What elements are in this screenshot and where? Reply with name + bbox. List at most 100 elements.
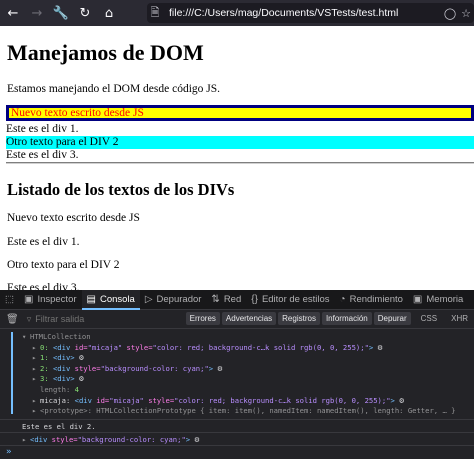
tag: <div <box>52 342 75 352</box>
chevron-right-icon[interactable]: ▸ <box>22 433 30 445</box>
console-row[interactable]: ▸ <prototype>: HTMLCollectionPrototype { … <box>0 406 474 417</box>
micaja-div: Nuevo texto escrito desde JS <box>6 105 474 121</box>
chevron-right-icon[interactable]: ▸ <box>32 396 40 407</box>
index: 3: <box>40 374 49 384</box>
target-icon[interactable]: ⚙ <box>79 353 84 362</box>
reload-icon[interactable]: ↻ <box>74 2 96 24</box>
value: "micaja" <box>109 395 144 405</box>
value: "background-color: cyan;" <box>77 434 186 444</box>
chevron-right-icon[interactable]: ▸ <box>32 374 40 385</box>
chevron-right-icon[interactable]: ▸ <box>32 343 40 354</box>
tab-label: Consola <box>99 294 135 305</box>
div-2: Otro texto para el DIV 2 <box>6 136 474 149</box>
tag: > <box>70 353 75 363</box>
filter-errors[interactable]: Errores <box>185 312 220 325</box>
console-row[interactable]: ▸ 3: <div> ⚙ <box>0 374 474 385</box>
url-text[interactable]: file:///C:/Users/mag/Documents/VSTests/t… <box>169 7 442 19</box>
console-row[interactable]: ▸ 1: <div> ⚙ <box>0 353 474 364</box>
list-heading: Listado de los textos de los DIVs <box>7 180 235 199</box>
tag: <div <box>30 434 52 444</box>
tab-label: Inspector <box>37 294 77 305</box>
performance-icon: ◔ <box>339 294 346 305</box>
intro-paragraph: Estamos manejando el DOM desde código JS… <box>7 83 221 95</box>
tab-label: Editor de estilos <box>261 294 330 305</box>
network-icon: ⇅ <box>211 294 220 305</box>
target-icon[interactable]: ⚙ <box>217 364 222 373</box>
tab-inspector[interactable]: ▣ Inspector <box>19 290 82 310</box>
tab-console[interactable]: ▤ Consola <box>81 289 140 310</box>
tab-style-editor[interactable]: {} Editor de estilos <box>246 290 334 310</box>
tag: <div <box>74 395 97 405</box>
forward-arrow-icon[interactable]: → <box>26 2 48 24</box>
div-3: Este es el div 3. <box>6 149 79 161</box>
chevron-down-icon[interactable]: ▾ <box>22 332 30 343</box>
collection-label: HTMLCollection <box>30 332 91 341</box>
log-message: Este es el div 2. <box>22 421 96 431</box>
tab-label: Red <box>223 294 242 305</box>
tab-memory[interactable]: ▣ Memoria <box>408 290 468 310</box>
index: 1: <box>40 353 49 363</box>
bookmark-star-icon[interactable]: ☆ <box>458 7 474 20</box>
tag: <div <box>52 363 75 373</box>
target-icon[interactable]: ⚙ <box>79 374 84 383</box>
console-row[interactable]: ▸ 0: <div id="micaja" style="color: red; … <box>0 343 474 354</box>
memory-icon: ▣ <box>412 294 423 305</box>
filter-logs[interactable]: Registros <box>278 312 320 325</box>
console-row[interactable]: ▾ HTMLCollection <box>0 332 474 343</box>
url-bar[interactable]: 🗎 file:///C:/Users/mag/Documents/VSTests… <box>147 3 474 23</box>
tag: <div <box>52 353 71 363</box>
trash-icon[interactable]: 🗑 <box>6 314 19 325</box>
index: 0: <box>40 342 49 352</box>
list-item: Este es el div 1. <box>7 236 80 248</box>
inspector-icon: ▣ <box>23 294 34 305</box>
tab-network[interactable]: ⇅ Red <box>206 290 246 310</box>
filter-warnings[interactable]: Advertencias <box>221 312 277 325</box>
tab-performance[interactable]: ◔ Rendimiento <box>335 290 408 310</box>
value: "micaja" <box>87 342 123 352</box>
target-icon[interactable]: ⚙ <box>378 343 383 352</box>
devtools-tabs: ⬚ ▣ Inspector ▤ Consola ▷ Depurador ⇅ Red {}… <box>0 289 474 310</box>
back-arrow-icon[interactable]: ← <box>2 2 24 24</box>
tag: > <box>70 374 75 384</box>
console-row[interactable]: ▸ 2: <div style="background-color: cyan;"… <box>0 364 474 375</box>
filter-css[interactable]: CSS <box>417 312 441 325</box>
horizontal-rule <box>6 162 474 164</box>
wrench-icon[interactable]: 🔧 <box>50 2 72 24</box>
filter-xhr[interactable]: XHR <box>447 312 472 325</box>
console-row[interactable]: ▸ micaja: <div id="micaja" style="color: … <box>0 396 474 407</box>
value: "color: red; background-c…k solid rgb(0,… <box>174 395 391 405</box>
console-row[interactable]: ▸ <div style="background-color: cyan;"> ⚙ <box>0 431 474 445</box>
browser-toolbar: ← → 🔧 ↻ ⌂ 🗎 file:///C:/Users/mag/Documen… <box>0 0 474 26</box>
filter-icon: ▿ <box>26 313 32 324</box>
file-icon: 🗎 <box>150 5 160 19</box>
tag: > <box>208 363 214 373</box>
tag: > <box>368 342 374 352</box>
list-item: Otro texto para el DIV 2 <box>7 259 120 271</box>
pick-element-icon[interactable]: ⬚ <box>0 290 19 310</box>
console-icon: ▤ <box>86 294 96 305</box>
home-icon[interactable]: ⌂ <box>98 2 120 24</box>
filter-input[interactable]: Filtrar salida <box>35 314 84 324</box>
console-input[interactable]: » <box>0 445 474 459</box>
filter-info[interactable]: Información <box>321 312 372 325</box>
filter-debug[interactable]: Depurar <box>373 312 411 325</box>
chevron-right-icon[interactable]: ▸ <box>32 364 40 375</box>
debugger-icon: ▷ <box>144 294 153 305</box>
chevron-right-icon[interactable]: ▸ <box>32 406 40 417</box>
micaja-label: micaja: <box>40 395 71 405</box>
console-row: length: 4 <box>0 385 474 396</box>
attr: id= <box>96 395 110 405</box>
page-content: Manejamos de DOM Estamos manejando el DO… <box>0 26 474 290</box>
console-row: Este es el div 2. <box>0 418 474 432</box>
pocket-icon[interactable]: ◯ <box>442 7 458 20</box>
console-filter-bar: 🗑 ▿ Filtrar salida Errores Advertencias … <box>0 310 474 329</box>
chevron-right-icon[interactable]: ▸ <box>32 353 40 364</box>
target-icon[interactable]: ⚙ <box>194 435 199 444</box>
tab-label: Rendimiento <box>349 294 403 305</box>
prompt-icon: » <box>6 447 12 457</box>
target-icon[interactable]: ⚙ <box>399 396 404 405</box>
list-item: Nuevo texto escrito desde JS <box>7 212 140 224</box>
tab-debugger[interactable]: ▷ Depurador <box>140 290 207 310</box>
attr: style= <box>122 342 153 352</box>
attr: id= <box>74 342 88 352</box>
